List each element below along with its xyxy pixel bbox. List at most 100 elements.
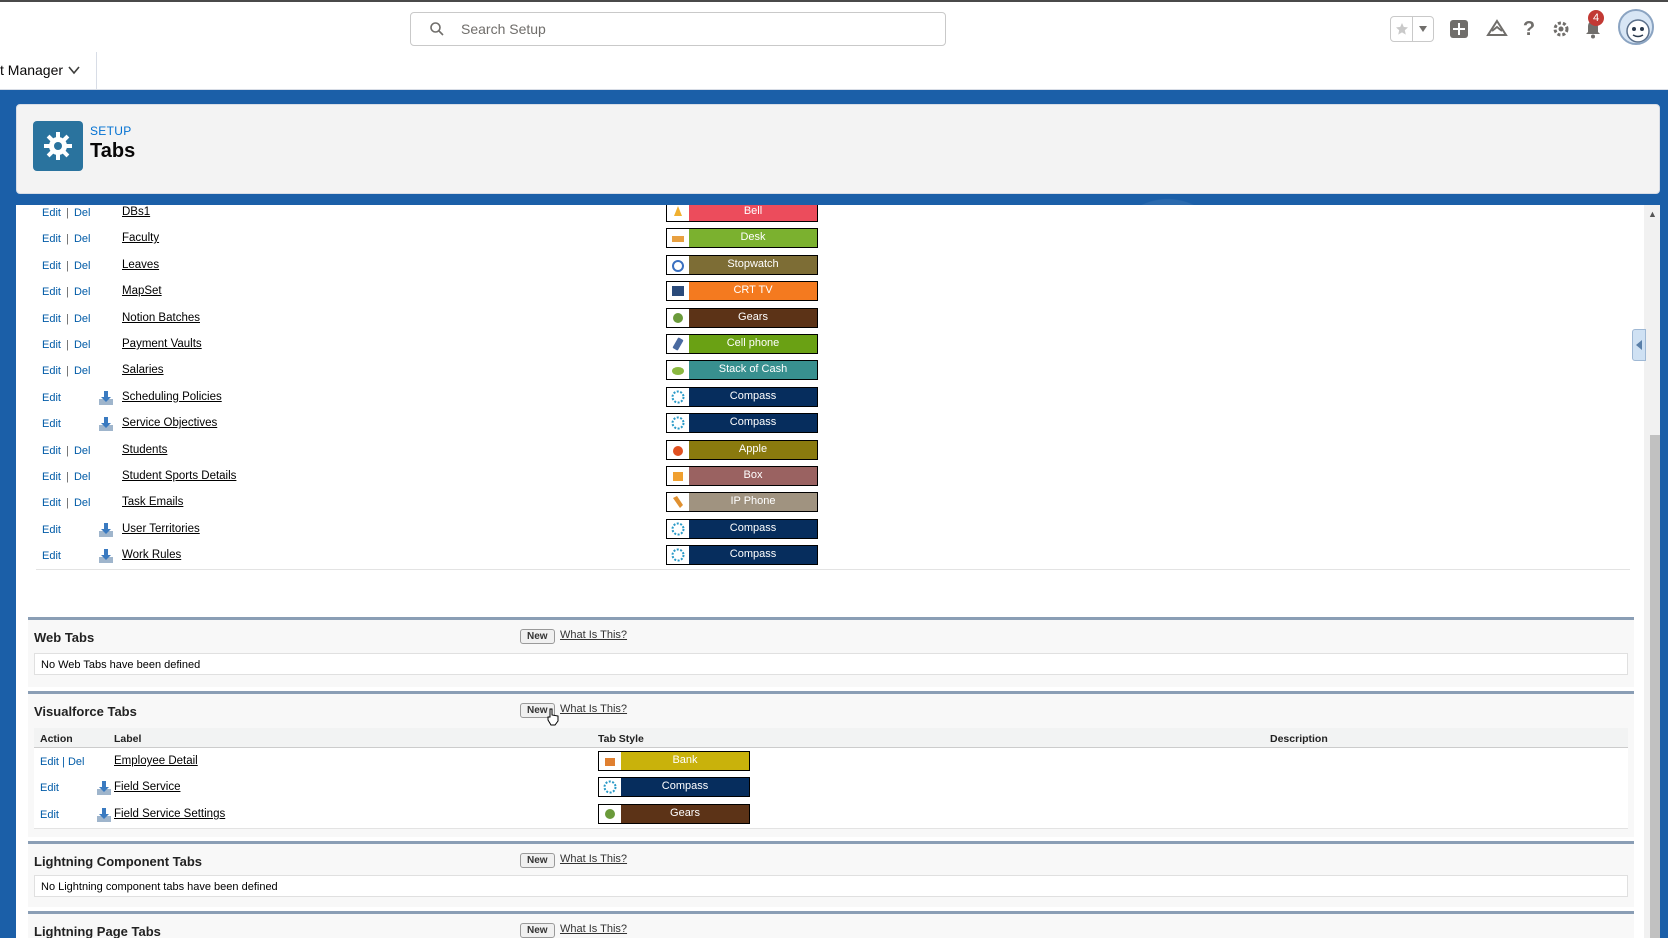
new-web-tab-button[interactable]: New [520, 629, 555, 644]
separator: | [66, 365, 69, 378]
user-avatar[interactable] [1618, 9, 1654, 45]
help-icon[interactable]: ? [1516, 16, 1542, 42]
delete-link[interactable]: Del [74, 233, 91, 245]
edit-link[interactable]: Edit [40, 756, 59, 768]
delete-link[interactable]: Del [74, 313, 91, 325]
edit-link[interactable]: Edit [42, 339, 61, 351]
global-header: ? 4 [0, 0, 1668, 52]
trailhead-icon[interactable] [1484, 16, 1510, 42]
tab-label-link[interactable]: Field Service Settings [114, 808, 225, 820]
column-header-action: Action [40, 733, 73, 745]
tab-style-swatch: Gears [666, 307, 818, 328]
scrollbar-thumb[interactable] [1650, 435, 1660, 938]
what-is-this-link[interactable]: What Is This? [560, 703, 627, 715]
tab-style-icon [667, 361, 689, 380]
delete-link[interactable]: Del [74, 365, 91, 377]
tab-style-swatch: Compass [666, 545, 818, 566]
edit-link[interactable]: Edit [42, 524, 61, 536]
edit-link[interactable]: Edit [42, 233, 61, 245]
tab-label-link[interactable]: Scheduling Policies [122, 391, 222, 403]
table-row: Edit Service Objectives Compass [36, 410, 1630, 439]
separator: | [66, 259, 69, 272]
table-row: Edit Work Rules Compass [36, 542, 1630, 571]
tab-label-link[interactable]: Leaves [122, 259, 159, 271]
delete-link[interactable]: Del [74, 207, 91, 219]
collapse-panel-tab[interactable] [1632, 329, 1646, 361]
edit-link[interactable]: Edit [42, 471, 61, 483]
new-lightning-page-tab-button[interactable]: New [520, 923, 555, 938]
edit-link[interactable]: Edit [42, 418, 61, 430]
tab-style-swatch: Desk [666, 228, 818, 249]
row-actions: Edit [42, 524, 61, 536]
tab-style-icon [667, 493, 689, 512]
tab-label-link[interactable]: MapSet [122, 285, 162, 297]
tab-label-link[interactable]: Task Emails [122, 496, 183, 508]
installed-package-icon [98, 548, 114, 564]
search-input[interactable] [461, 19, 921, 39]
edit-link[interactable]: Edit [42, 260, 61, 272]
tab-label-link[interactable]: Faculty [122, 232, 159, 244]
edit-link[interactable]: Edit [42, 286, 61, 298]
global-actions-plus-icon[interactable] [1446, 16, 1472, 42]
edit-link[interactable]: Edit [42, 497, 61, 509]
edit-link[interactable]: Edit [42, 313, 61, 325]
app-name[interactable]: t Manager [0, 62, 63, 78]
row-actions: Edit [42, 550, 61, 562]
new-lightning-component-tab-button[interactable]: New [520, 853, 555, 868]
chevron-down-icon[interactable] [68, 64, 80, 76]
edit-link[interactable]: Edit [42, 392, 61, 404]
tab-style-swatch: IP Phone [666, 492, 818, 513]
tab-label-link[interactable]: Work Rules [122, 549, 181, 561]
delete-link[interactable]: Del [68, 756, 85, 768]
edit-link[interactable]: Edit [42, 550, 61, 562]
tab-label-link[interactable]: DBs1 [122, 206, 150, 218]
favorites-dropdown-icon[interactable] [1413, 17, 1433, 41]
section-title: Web Tabs [34, 630, 95, 645]
what-is-this-link[interactable]: What Is This? [560, 923, 627, 935]
tab-label-link[interactable]: Student Sports Details [122, 470, 236, 482]
tab-style-swatch: Compass [666, 386, 818, 407]
tab-style-icon [667, 467, 689, 485]
delete-link[interactable]: Del [74, 339, 91, 351]
delete-link[interactable]: Del [74, 286, 91, 298]
table-row: Edit | Del Student Sports Details Box [36, 463, 1630, 491]
separator: | [66, 312, 69, 325]
tab-label-link[interactable]: Employee Detail [114, 755, 198, 767]
row-actions: Edit | Del [42, 233, 90, 245]
tab-label-link[interactable]: Notion Batches [122, 312, 200, 324]
setup-page-header: SETUP Tabs [16, 104, 1660, 194]
edit-link[interactable]: Edit [42, 365, 61, 377]
tab-label-link[interactable]: Service Objectives [122, 417, 217, 429]
what-is-this-link[interactable]: What Is This? [560, 629, 627, 641]
delete-link[interactable]: Del [74, 471, 91, 483]
search-box[interactable] [410, 12, 946, 46]
installed-package-icon [98, 522, 114, 538]
row-actions: Edit [40, 782, 59, 794]
tab-style-icon [667, 519, 689, 538]
tab-style-icon [599, 752, 621, 770]
table-row: Edit | Del Faculty Desk [36, 225, 1630, 254]
delete-link[interactable]: Del [74, 445, 91, 457]
edit-link[interactable]: Edit [42, 207, 61, 219]
table-row: Edit | Del Payment Vaults Cell phone [36, 331, 1630, 359]
tab-label-link[interactable]: Payment Vaults [122, 338, 202, 350]
tab-style-swatch: Box [666, 466, 818, 486]
favorites-group[interactable] [1390, 16, 1434, 42]
tab-label-link[interactable]: User Territories [122, 523, 200, 535]
delete-link[interactable]: Del [74, 497, 91, 509]
tab-label-link[interactable]: Students [122, 444, 167, 456]
edit-link[interactable]: Edit [42, 445, 61, 457]
what-is-this-link[interactable]: What Is This? [560, 853, 627, 865]
setup-gear-icon[interactable] [1548, 16, 1574, 42]
delete-link[interactable]: Del [74, 260, 91, 272]
favorites-star-icon[interactable] [1391, 17, 1413, 41]
row-actions: Edit | Del [42, 365, 90, 377]
tab-label-link[interactable]: Field Service [114, 781, 180, 793]
edit-link[interactable]: Edit [40, 782, 59, 794]
empty-message: No Web Tabs have been defined [34, 653, 1628, 675]
tab-label-link[interactable]: Salaries [122, 364, 164, 376]
column-header-description: Description [1270, 733, 1328, 745]
tab-style-icon [667, 205, 689, 221]
scroll-up-arrow-icon[interactable]: ▲ [1648, 209, 1657, 219]
edit-link[interactable]: Edit [40, 809, 59, 821]
